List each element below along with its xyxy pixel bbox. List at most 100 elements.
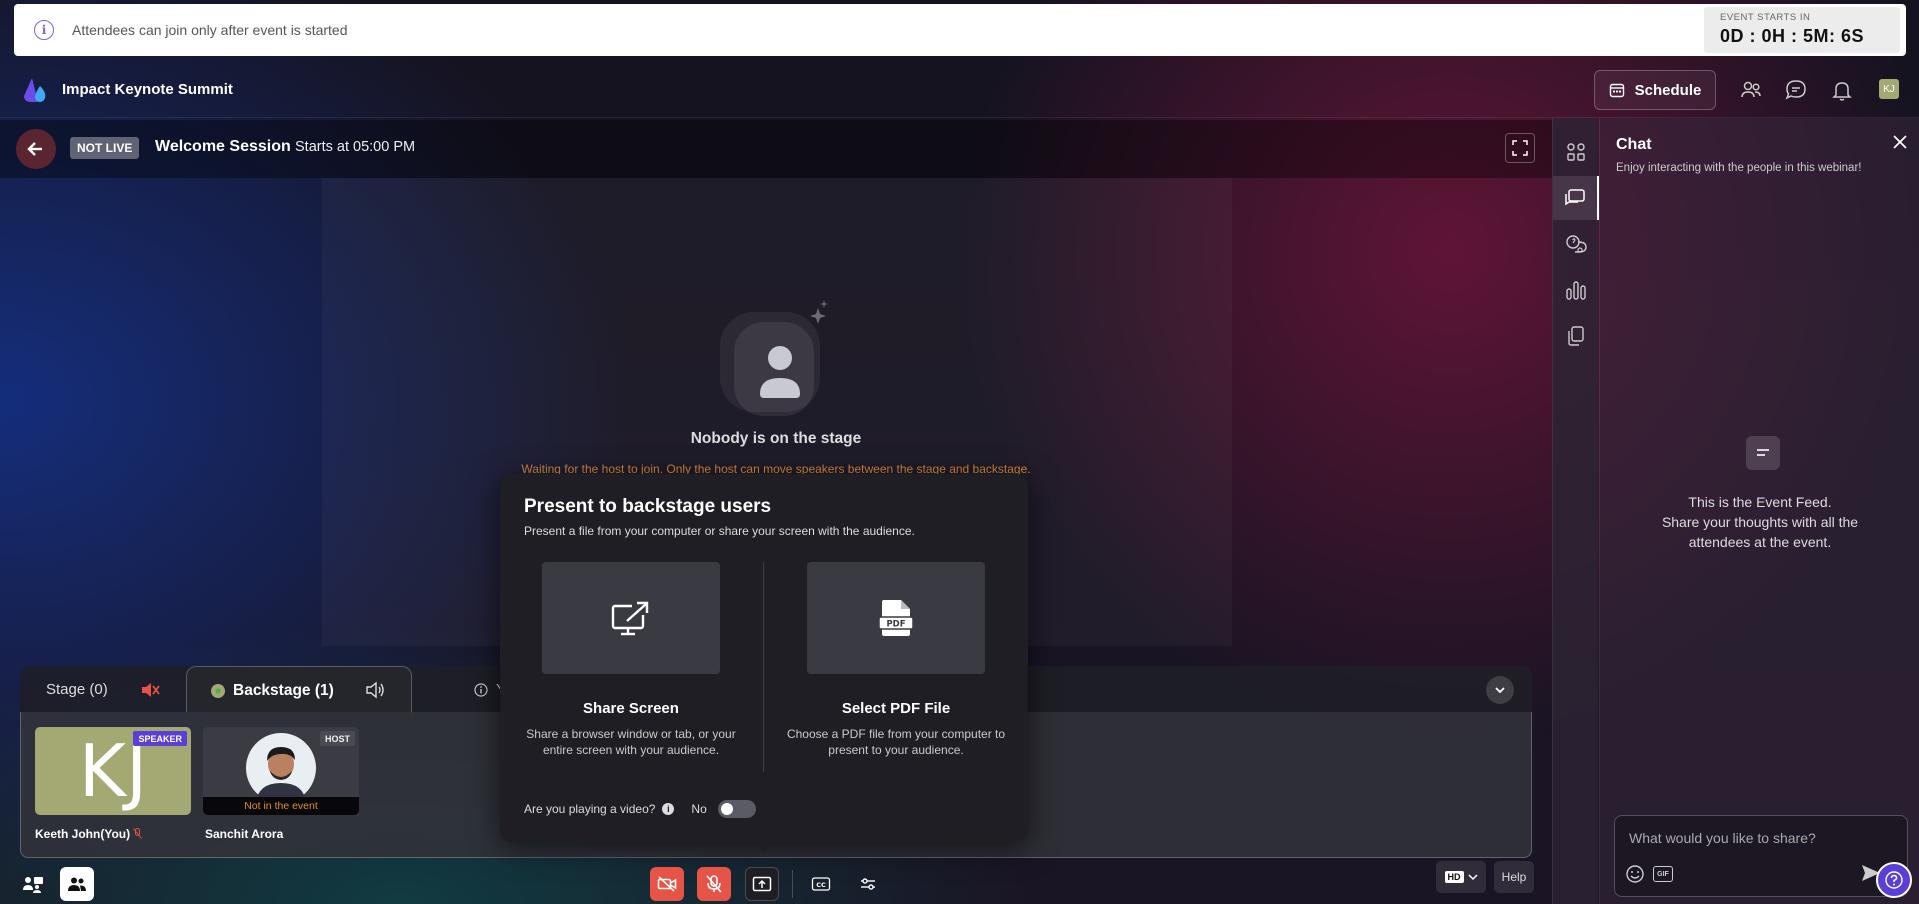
svg-text:PDF: PDF: [886, 620, 905, 630]
logo-icon: [24, 78, 46, 102]
present-popup: Present to backstage users Present a fil…: [500, 474, 1028, 852]
participant-name: Sanchit Arora: [205, 827, 284, 841]
mic-toggle-button[interactable]: [697, 867, 731, 901]
collapse-button[interactable]: [1486, 676, 1514, 704]
chat-icon: [1565, 189, 1585, 206]
speaker-icon[interactable]: [365, 681, 385, 699]
files-icon: [1568, 326, 1584, 346]
back-button[interactable]: [16, 129, 56, 169]
session-start-time: Starts at 05:00 PM: [295, 139, 416, 155]
video-question-row: Are you playing a video? i No: [524, 800, 756, 818]
notice-bar: i Attendees can join only after event is…: [14, 4, 1906, 56]
participant-name: Keeth John(You): [35, 827, 143, 841]
share-screen-icon: [611, 601, 650, 636]
rail-polls[interactable]: [1553, 268, 1599, 312]
participants-button[interactable]: [60, 867, 94, 901]
share-screen-icon: [752, 876, 772, 892]
status-badge: NOT LIVE: [70, 137, 140, 159]
chat-panel: Chat Enjoy interacting with the people i…: [1599, 118, 1919, 904]
side-rail: [1552, 118, 1599, 904]
mic-off-icon: [706, 875, 722, 893]
share-screen-title: Share Screen: [583, 700, 679, 717]
notice-message: Attendees can join only after event is s…: [72, 22, 348, 38]
rail-chat[interactable]: [1553, 176, 1599, 220]
backstage-avatar-icon: [211, 684, 225, 698]
select-pdf-title: Select PDF File: [841, 700, 951, 717]
session-bar: NOT LIVE Welcome Session Starts at 05:00…: [0, 120, 1552, 178]
rail-files[interactable]: [1553, 314, 1599, 358]
popup-pointer: [753, 841, 775, 852]
tab-stage[interactable]: Stage (0): [46, 681, 108, 698]
present-button[interactable]: [745, 867, 779, 901]
countdown-value: 0D : 0H : 5M: 6S: [1720, 26, 1865, 46]
quality-dropdown[interactable]: HD: [1436, 861, 1486, 893]
share-screen-button[interactable]: [542, 562, 720, 674]
calendar-icon: [1609, 83, 1624, 98]
countdown-label: EVENT STARTS IN: [1720, 12, 1811, 23]
quality-label: HD: [1444, 871, 1464, 883]
event-feed-line-1: This is the Event Feed.: [1688, 494, 1832, 510]
qna-icon: [1566, 235, 1587, 253]
gif-button[interactable]: GIF: [1653, 866, 1673, 882]
video-toggle[interactable]: [717, 800, 756, 818]
host-badge: HOST: [319, 731, 355, 746]
event-feed-line-2: Share your thoughts with all the: [1661, 514, 1859, 530]
arrow-left-icon: [27, 142, 42, 156]
event-countdown: EVENT STARTS IN 0D : 0H : 5M: 6S: [1704, 7, 1900, 53]
participant-tile[interactable]: KJ SPEAKER: [35, 727, 191, 815]
schedule-button[interactable]: Schedule: [1594, 70, 1716, 110]
rail-apps[interactable]: [1553, 130, 1599, 174]
bar-chart-icon: [1566, 281, 1586, 300]
settings-button[interactable]: [851, 867, 885, 901]
tab-backstage-label: Backstage (1): [233, 682, 334, 699]
feed-lines-icon: [1757, 449, 1769, 456]
bell-icon[interactable]: [1830, 78, 1854, 102]
pdf-file-icon: PDF: [878, 600, 914, 636]
options-divider: [763, 562, 764, 772]
emoji-icon[interactable]: [1625, 864, 1645, 884]
user-avatar[interactable]: KJ: [1879, 79, 1899, 99]
empty-stage-icon: [720, 300, 828, 416]
speaker-badge: SPEAKER: [133, 731, 187, 746]
info-circle-icon: [474, 682, 488, 697]
help-button[interactable]: Help: [1494, 861, 1534, 893]
people-icon[interactable]: [1739, 78, 1763, 102]
video-toggle-value: No: [691, 802, 707, 816]
info-icon[interactable]: i: [662, 803, 675, 815]
close-icon[interactable]: [1890, 132, 1910, 152]
video-question-label: Are you playing a video?: [524, 802, 656, 816]
apps-icon: [1567, 143, 1585, 161]
select-pdf-button[interactable]: PDF: [807, 562, 985, 674]
camera-off-icon: [657, 876, 677, 892]
chevron-down-icon: [1495, 687, 1505, 694]
question-icon: [1885, 871, 1903, 889]
participant-name-text: Keeth John(You): [35, 827, 131, 841]
participant-status: Not in the event: [203, 797, 359, 815]
schedule-label: Schedule: [1634, 81, 1702, 99]
chat-input-placeholder: What would you like to share?: [1629, 830, 1816, 846]
info-icon: i: [34, 20, 54, 40]
event-feed-icon: [1746, 436, 1780, 470]
captions-button[interactable]: CC: [804, 867, 838, 901]
chat-subtitle: Enjoy interacting with the people in thi…: [1616, 162, 1862, 174]
select-pdf-description: Choose a PDF file from your computer to …: [786, 727, 1006, 757]
fullscreen-button[interactable]: [1505, 133, 1535, 163]
stage-view-button[interactable]: [16, 867, 50, 901]
chat-input[interactable]: What would you like to share? GIF: [1614, 815, 1908, 897]
help-fab[interactable]: [1876, 862, 1912, 898]
svg-text:CC: CC: [816, 881, 826, 889]
chat-title: Chat: [1616, 136, 1652, 153]
event-title: Impact Keynote Summit: [62, 81, 233, 98]
people-icon: [68, 877, 86, 891]
tab-backstage[interactable]: Backstage (1): [186, 666, 412, 714]
share-screen-description: Share a browser window or tab, or your e…: [526, 727, 736, 757]
chevron-down-icon: [1467, 874, 1478, 881]
participant-tile[interactable]: HOST Not in the event: [203, 727, 359, 815]
rail-qna[interactable]: [1553, 222, 1599, 266]
speaker-muted-icon[interactable]: [140, 681, 160, 699]
expand-icon: [1512, 140, 1528, 156]
camera-toggle-button[interactable]: [650, 867, 684, 901]
chat-bubble-icon[interactable]: [1784, 78, 1808, 102]
toolbar-divider: [792, 870, 793, 898]
event-feed-message: This is the Event Feed. Share your thoug…: [1600, 492, 1919, 552]
